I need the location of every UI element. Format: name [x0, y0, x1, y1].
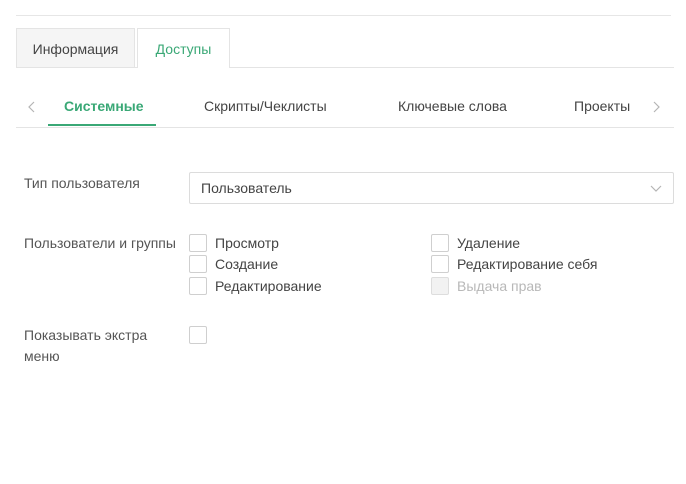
extra-menu-label: Показывать экстра меню [24, 325, 147, 367]
checkbox-box-disabled [431, 277, 449, 295]
subtab-system[interactable]: Системные [64, 86, 144, 128]
checkbox-edit[interactable]: Редактирование [189, 276, 322, 296]
sub-tabs: Системные Скрипты/Чеклисты Ключевые слов… [16, 86, 674, 128]
extra-menu-label-line1: Показывать экстра [24, 327, 148, 343]
checkbox-create[interactable]: Создание [189, 254, 278, 274]
subtab-keywords[interactable]: Ключевые слова [398, 86, 507, 128]
extra-menu-label-line2: меню [24, 348, 60, 364]
checkbox-label: Удаление [457, 235, 521, 251]
tab-access[interactable]: Доступы [137, 28, 230, 68]
checkbox-box[interactable] [189, 326, 207, 344]
checkbox-box[interactable] [189, 277, 207, 295]
subtab-scripts-checklists[interactable]: Скрипты/Чеклисты [204, 86, 327, 128]
checkbox-view[interactable]: Просмотр [189, 233, 279, 253]
subtab-projects[interactable]: Проекты [574, 86, 630, 128]
tab-information[interactable]: Информация [16, 28, 135, 67]
chevron-left-icon[interactable] [22, 86, 42, 128]
users-groups-label: Пользователи и группы [24, 235, 176, 251]
chevron-down-icon [650, 185, 662, 192]
chevron-right-icon[interactable] [646, 86, 666, 128]
checkbox-label: Редактирование [215, 278, 322, 294]
active-subtab-underline [48, 124, 156, 126]
checkbox-label: Просмотр [215, 235, 279, 251]
top-divider [16, 15, 671, 16]
primary-tabs: Информация Доступы [16, 28, 674, 68]
checkbox-box[interactable] [189, 234, 207, 252]
checkbox-label: Редактирование себя [457, 256, 598, 272]
user-type-label: Тип пользователя [24, 175, 140, 191]
checkbox-edit-self[interactable]: Редактирование себя [431, 254, 597, 274]
checkbox-extra-menu[interactable] [189, 325, 207, 345]
checkbox-delete[interactable]: Удаление [431, 233, 520, 253]
checkbox-box[interactable] [189, 255, 207, 273]
user-type-select[interactable]: Пользователь [189, 172, 674, 204]
checkbox-label: Создание [215, 256, 279, 272]
checkbox-box[interactable] [431, 255, 449, 273]
checkbox-box[interactable] [431, 234, 449, 252]
user-type-value: Пользователь [201, 180, 292, 196]
checkbox-grant-rights: Выдача прав [431, 276, 542, 296]
checkbox-label: Выдача прав [457, 278, 542, 294]
